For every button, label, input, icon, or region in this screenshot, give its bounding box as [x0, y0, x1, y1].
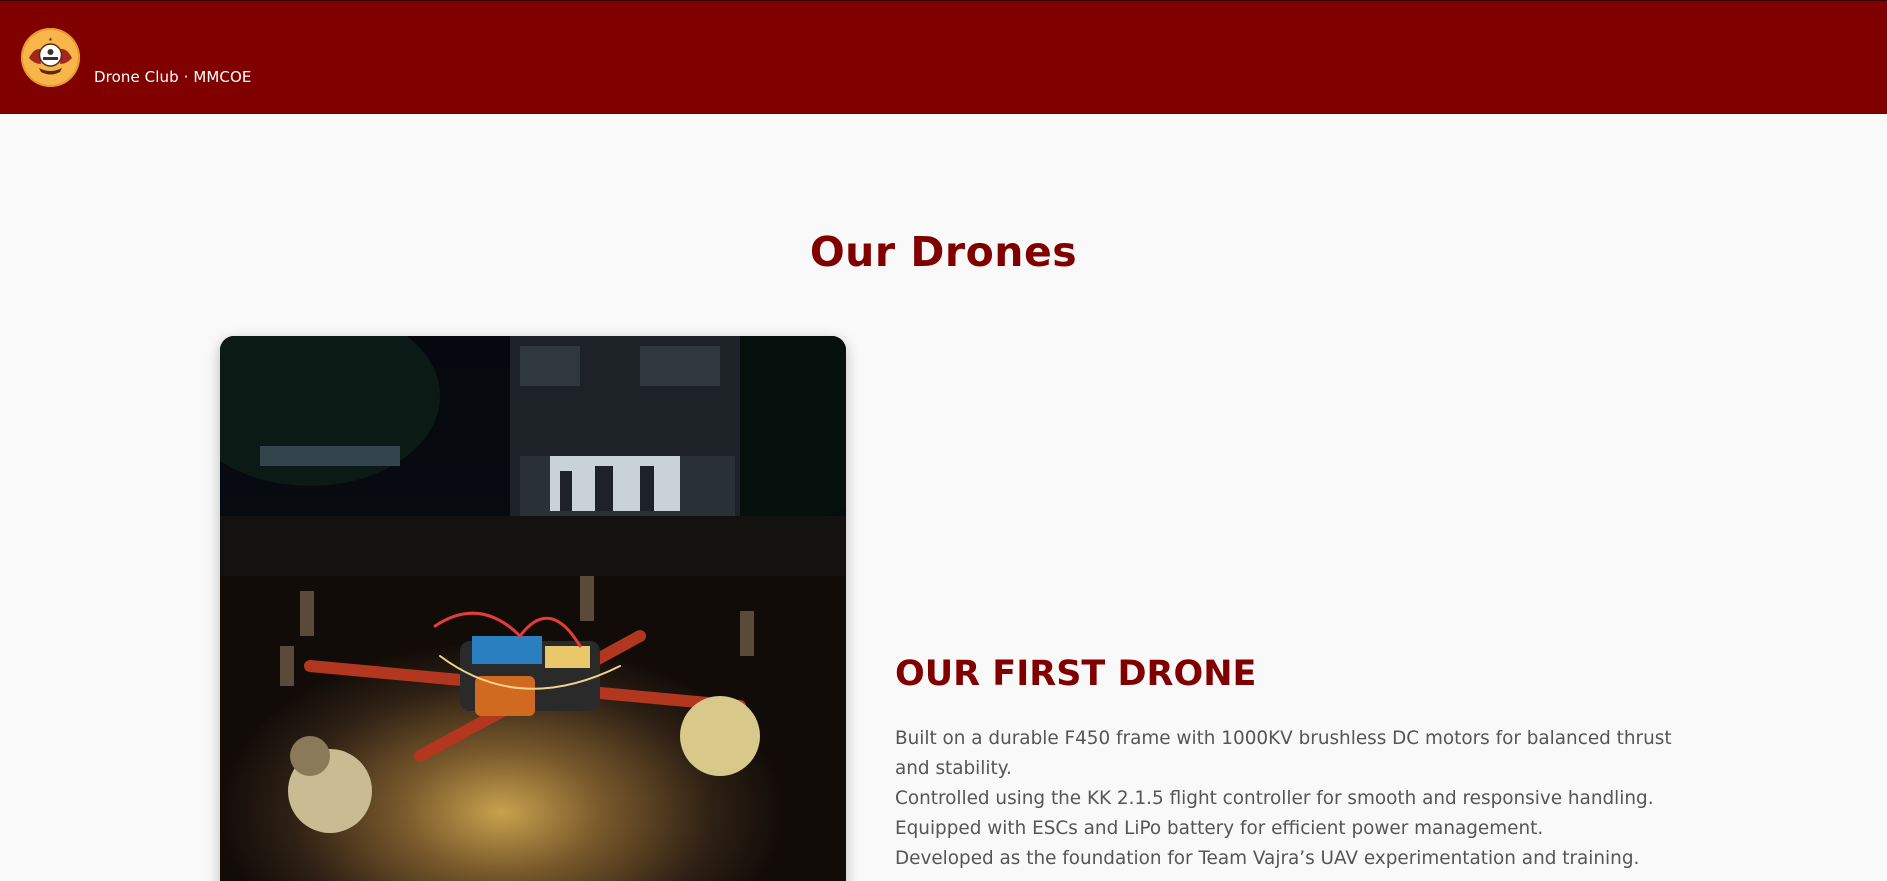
description-line: and stability.	[895, 758, 1012, 779]
description-line: Equipped with ESCs and LiPo battery for …	[895, 818, 1544, 839]
drone-photo	[220, 336, 846, 881]
brand-name[interactable]: Drone Club · MMCOE	[94, 68, 251, 86]
section-title: Our Drones	[809, 228, 1078, 276]
drone-title: OUR FIRST DRONE	[895, 654, 1257, 694]
club-logo-icon[interactable]: ★	[21, 28, 80, 87]
club-emblem-icon: ★	[23, 30, 78, 85]
description-line: Controlled using the KK 2.1.5 flight con…	[895, 788, 1654, 809]
site-header: ★ Drone Club · MMCOE	[0, 0, 1887, 114]
description-line: Developed as the foundation for Team Vaj…	[895, 848, 1640, 869]
drone-description: Built on a durable F450 frame with 1000K…	[895, 724, 1695, 874]
description-line: Built on a durable F450 frame with 1000K…	[895, 728, 1672, 749]
svg-text:★: ★	[48, 37, 53, 43]
